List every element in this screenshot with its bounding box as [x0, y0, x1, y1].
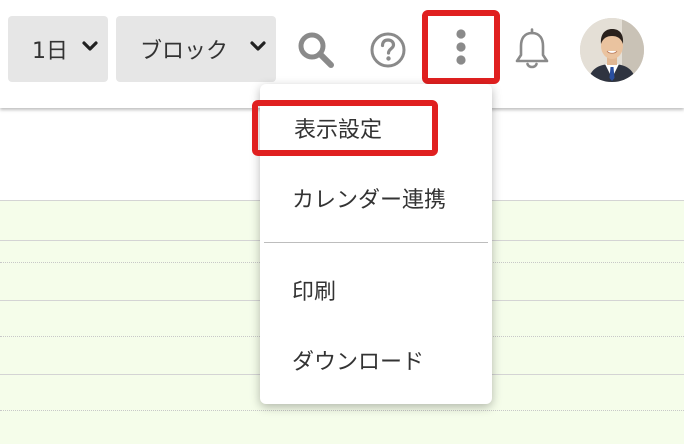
search-button[interactable]	[296, 30, 336, 70]
notifications-button[interactable]	[512, 28, 552, 72]
menu-item-print[interactable]: 印刷	[260, 262, 492, 318]
menu-item-label: 印刷	[292, 280, 337, 305]
help-button[interactable]	[368, 30, 408, 70]
menu-item-label: 表示設定	[294, 118, 383, 143]
user-avatar[interactable]	[580, 18, 644, 82]
app-page: 1日 ブロック 表示設定 カレンダー連携 印刷 ダウンロード	[0, 0, 684, 444]
chevron-down-icon	[82, 41, 98, 51]
menu-item-display-settings[interactable]: 表示設定	[252, 100, 438, 156]
view-mode-select[interactable]: ブロック	[116, 16, 276, 82]
day-range-label: 1日	[32, 39, 68, 64]
search-icon	[298, 32, 334, 68]
more-vertical-icon	[456, 29, 466, 65]
avatar-image	[580, 18, 644, 82]
menu-item-calendar-sync[interactable]: カレンダー連携	[260, 170, 492, 226]
menu-item-download[interactable]: ダウンロード	[260, 332, 492, 388]
view-mode-label: ブロック	[140, 39, 229, 64]
menu-item-label: カレンダー連携	[292, 188, 447, 213]
chevron-down-icon	[250, 41, 266, 51]
menu-item-label: ダウンロード	[292, 350, 425, 375]
bell-icon	[515, 28, 549, 69]
more-options-button[interactable]	[422, 10, 500, 84]
menu-divider	[264, 242, 488, 243]
more-options-menu: 表示設定 カレンダー連携 印刷 ダウンロード	[252, 84, 492, 404]
day-range-select[interactable]: 1日	[8, 16, 108, 82]
grid-line	[0, 410, 684, 411]
help-icon	[370, 32, 406, 68]
